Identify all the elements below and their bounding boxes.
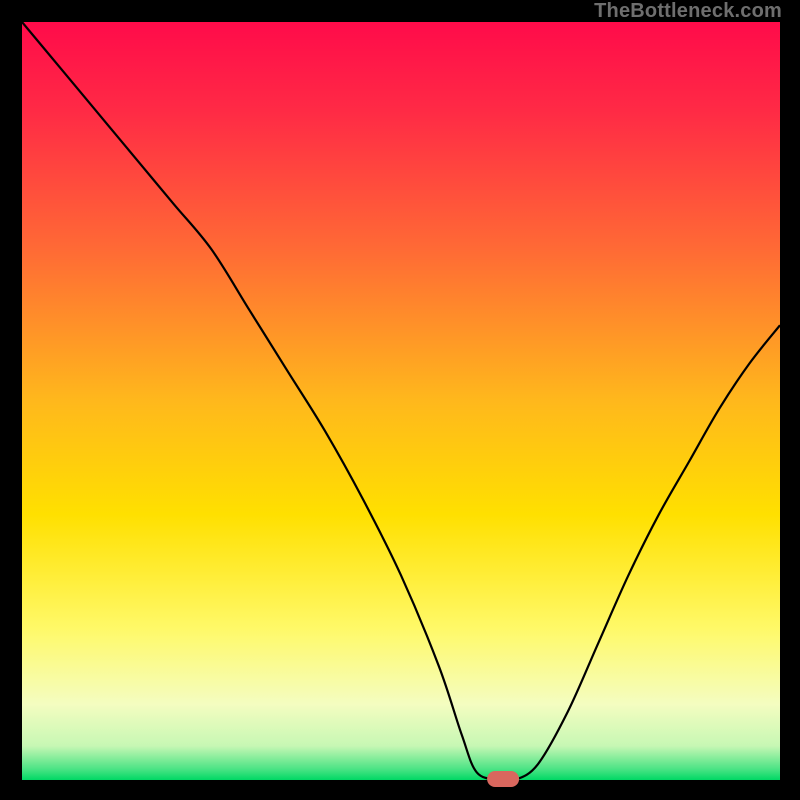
plot-area [22,22,780,780]
chart-svg [22,22,780,780]
optimal-marker [487,771,519,787]
chart-frame: TheBottleneck.com [0,0,800,800]
gradient-background [22,22,780,780]
watermark-text: TheBottleneck.com [594,0,782,23]
